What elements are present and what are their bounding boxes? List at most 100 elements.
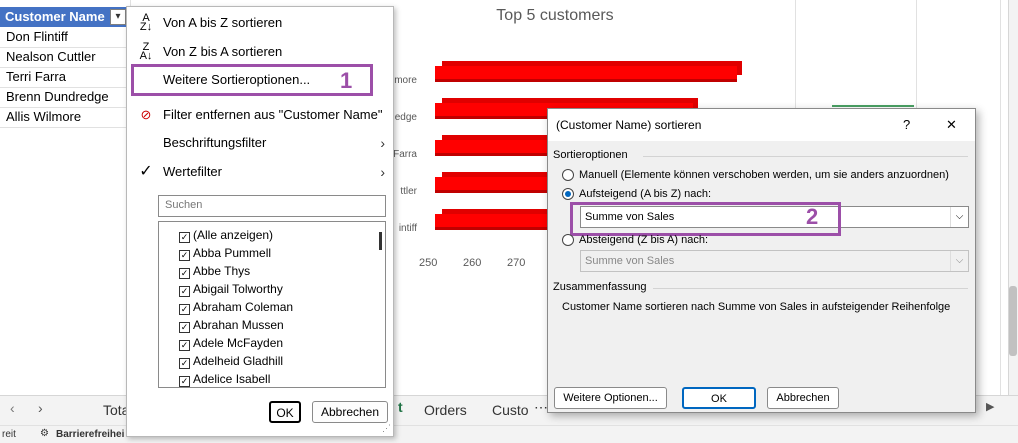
list-item[interactable]: ✓ Abba Pummell [179, 244, 271, 262]
axis-tick: 260 [463, 257, 482, 269]
pivot-header-cell[interactable]: Customer Name [0, 7, 128, 27]
divider [643, 156, 968, 157]
resize-grip-icon[interactable]: ⋰ [382, 423, 391, 434]
list-item-label: Adelice Isabell [193, 372, 271, 386]
list-item-label: Abrahan Mussen [193, 318, 284, 332]
close-icon[interactable]: ✕ [946, 117, 957, 133]
list-item-label: Adele McFayden [193, 336, 284, 350]
tab-scroll-left-icon[interactable]: ‹ [10, 400, 15, 416]
scroll-right-icon[interactable]: ▶ [986, 400, 994, 413]
grid-line [0, 107, 130, 108]
list-item[interactable]: ✓ Abraham Coleman [179, 298, 293, 316]
menu-item-label: Beschriftungsfilter [163, 135, 267, 150]
axis-tick: 250 [419, 257, 438, 269]
menu-item-sort-za[interactable]: Z A↓ Von Z bis A sortieren [127, 39, 393, 65]
checkbox-checked-icon[interactable]: ✓ [179, 250, 190, 261]
annotation-badge: 2 [806, 204, 819, 229]
tab-scroll-right-icon[interactable]: › [38, 400, 43, 416]
sheet-tab[interactable]: Orders [424, 402, 467, 418]
annotation-highlight [570, 202, 841, 236]
search-input[interactable]: Suchen [158, 195, 386, 217]
dialog-title: (Customer Name) sortieren [556, 118, 702, 132]
chevron-right-icon: › [380, 164, 385, 180]
list-item-label: Abbe Thys [193, 264, 251, 278]
name-cell[interactable]: Nealson Cuttler [6, 49, 96, 64]
filter-ok-button[interactable]: OK [269, 401, 301, 423]
chevron-down-icon: ⌵ [950, 251, 968, 271]
checkbox-checked-icon[interactable]: ✓ [179, 304, 190, 315]
status-text: reit [2, 429, 16, 440]
menu-item-label: Von Z bis A sortieren [163, 44, 283, 59]
chevron-right-icon: › [380, 135, 385, 151]
chart-bar [435, 66, 737, 82]
filter-dropdown-icon[interactable]: ▾ [110, 9, 126, 25]
checkbox-checked-icon[interactable]: ✓ [179, 286, 190, 297]
radio-manual-label[interactable]: Manuell (Elemente können verschoben werd… [579, 169, 949, 181]
list-item[interactable]: ✓ (Alle anzeigen) [179, 226, 273, 244]
menu-item-label: Von A bis Z sortieren [163, 15, 283, 30]
filter-menu: A Z↓ Von A bis Z sortieren Z A↓ Von Z bis … [126, 6, 394, 437]
filter-item-list: ✓ (Alle anzeigen) ✓ Abba Pummell ✓ Abbe Thy… [158, 221, 386, 388]
list-item[interactable]: ✓ Adelice Isabell [179, 370, 271, 387]
radio-ascending-label[interactable]: Aufsteigend (A bis Z) nach: [579, 188, 711, 200]
menu-item-remove-filter[interactable]: ⊘ Filter entfernen aus "Customer Name" [127, 102, 393, 128]
descending-sort-field-select: Summe von Sales ⌵ [580, 250, 969, 272]
dialog-cancel-button[interactable]: Abbrechen [767, 387, 839, 409]
menu-item-sort-az[interactable]: A Z↓ Von A bis Z sortieren [127, 10, 393, 36]
list-item-label: Adelheid Gladhill [193, 354, 284, 368]
menu-item-label: Filter entfernen aus "Customer Name" [163, 107, 383, 122]
cell-border-accent [832, 105, 914, 107]
list-item-label: Abraham Coleman [193, 300, 294, 314]
menu-item-label: Weitere Sortieroptionen... [163, 72, 311, 87]
accessibility-status[interactable]: Barrierefreihei [56, 429, 124, 440]
help-icon[interactable]: ? [903, 117, 910, 132]
radio-ascending[interactable] [562, 188, 574, 200]
checkbox-checked-icon[interactable]: ✓ [179, 376, 190, 387]
filter-cancel-button[interactable]: Abbrechen [312, 401, 388, 423]
name-cell[interactable]: Allis Wilmore [6, 109, 81, 124]
divider [653, 288, 968, 289]
list-scroll-thumb[interactable] [379, 232, 382, 250]
checkmark-icon: ✓ [139, 163, 153, 180]
list-item[interactable]: ✓ Abigail Tolworthy [179, 280, 283, 298]
sort-dialog: (Customer Name) sortieren ? ✕ Sortieropt… [547, 108, 976, 413]
axis-tick: 270 [507, 257, 526, 269]
more-tabs-icon[interactable]: ⋯ [534, 399, 548, 416]
list-item[interactable]: ✓ Abbe Thys [179, 262, 250, 280]
checkbox-checked-icon[interactable]: ✓ [179, 268, 190, 279]
grid-line [1000, 0, 1001, 395]
name-cell[interactable]: Brenn Dundredge [6, 89, 109, 104]
select-value: Summe von Sales [585, 255, 675, 267]
radio-descending[interactable] [562, 234, 574, 246]
menu-item-more-sort-options[interactable]: Weitere Sortieroptionen... [131, 64, 373, 96]
scrollbar-thumb[interactable] [1009, 286, 1017, 356]
chart-bar [435, 140, 555, 156]
more-options-button[interactable]: Weitere Optionen... [554, 387, 667, 409]
clear-filter-icon: ⊘ [140, 107, 152, 122]
chart-bar [435, 177, 555, 193]
checkbox-checked-icon[interactable]: ✓ [179, 322, 190, 333]
sheet-tab-active[interactable]: t [398, 399, 403, 415]
list-item-label: (Alle anzeigen) [193, 228, 274, 242]
menu-item-value-filter[interactable]: ✓ Wertefilter › [127, 159, 393, 185]
sort-az-icon: A Z↓ [139, 12, 153, 33]
name-cell[interactable]: Terri Farra [6, 69, 66, 84]
grid-line [0, 47, 130, 48]
sheet-tab[interactable]: Custo [492, 402, 529, 418]
name-cell[interactable]: Don Flintiff [6, 29, 68, 44]
list-item[interactable]: ✓ Adelheid Gladhill [179, 352, 283, 370]
checkbox-checked-icon[interactable]: ✓ [179, 340, 190, 351]
checkbox-checked-icon[interactable]: ✓ [179, 232, 190, 243]
list-item[interactable]: ✓ Adele McFayden [179, 334, 283, 352]
menu-item-label-filter[interactable]: Beschriftungsfilter › [127, 130, 393, 156]
grid-line [0, 67, 130, 68]
radio-descending-label[interactable]: Absteigend (Z bis A) nach: [579, 234, 708, 246]
list-item[interactable]: ✓ Abrahan Mussen [179, 316, 284, 334]
dialog-ok-button[interactable]: OK [682, 387, 756, 409]
radio-manual[interactable] [562, 169, 574, 181]
summary-text: Customer Name sortieren nach Summe von S… [562, 301, 951, 313]
checkbox-checked-icon[interactable]: ✓ [179, 358, 190, 369]
annotation-badge: 1 [340, 68, 353, 93]
menu-item-label: Wertefilter [163, 164, 222, 179]
accessibility-icon: ⚙ [40, 428, 49, 439]
